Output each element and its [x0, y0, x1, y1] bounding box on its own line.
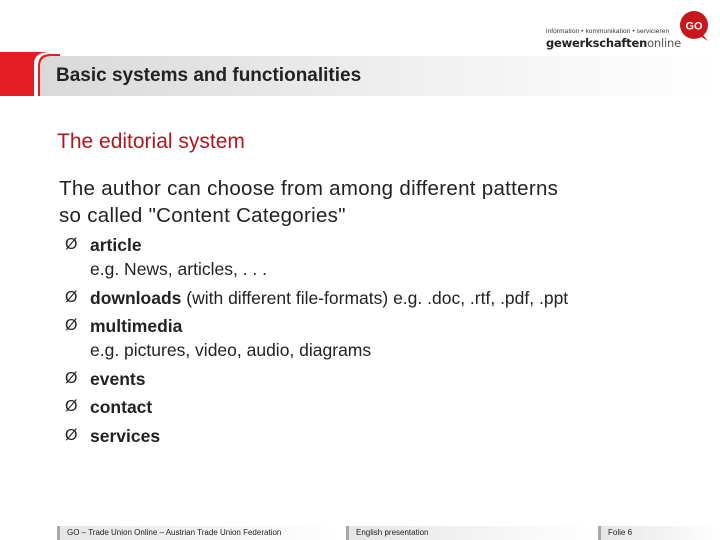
- bullet-subtext: e.g. pictures, video, audio, diagrams: [90, 340, 372, 360]
- logo-word-main: gewerkschaften: [546, 36, 648, 50]
- arrow-bullet-icon: Ø: [65, 317, 78, 334]
- list-item-article: Ø article e.g. News, articles, . . .: [65, 233, 568, 281]
- bullet-detail: (with different file-formats) e.g. .doc,…: [181, 287, 569, 308]
- go-logo-icon: GO: [680, 11, 708, 41]
- bullet-title: article: [90, 235, 142, 255]
- intro-line: so called "Content Categories": [59, 204, 346, 227]
- bullet-title: multimedia: [90, 316, 183, 336]
- list-item-multimedia: Ø multimedia e.g. pictures, video, audio…: [65, 314, 568, 362]
- slide-footer: GO – Trade Union Online – Austrian Trade…: [0, 526, 720, 540]
- arrow-bullet-icon: Ø: [65, 398, 78, 415]
- page-title: Basic systems and functionalities: [56, 65, 362, 86]
- arrow-bullet-icon: Ø: [65, 426, 78, 444]
- arrow-bullet-icon: Ø: [65, 369, 78, 387]
- list-item-downloads: Ø downloads (with different file-formats…: [65, 286, 568, 310]
- go-logo-tail: [700, 34, 708, 41]
- list-item-events: Ø events: [65, 367, 568, 391]
- bullet-title: services: [90, 425, 161, 446]
- footer-organization: GO – Trade Union Online – Austrian Trade…: [57, 526, 342, 540]
- intro-line: The author can choose from among differe…: [59, 177, 559, 200]
- footer-page-number: Folie 6: [598, 526, 720, 540]
- section-subtitle: The editorial system: [57, 130, 245, 153]
- logo-wordmark: gewerkschaftenonline: [546, 36, 681, 50]
- list-item-contact: Ø contact: [65, 395, 568, 419]
- go-logo-text: GO: [685, 21, 703, 33]
- footer-presentation: English presentation: [346, 526, 596, 540]
- bullet-title: events: [90, 368, 146, 389]
- logo-tagline: information • kommunikation • serviciere…: [546, 28, 670, 35]
- intro-paragraph: The author can choose from among differe…: [59, 175, 558, 229]
- arrow-bullet-icon: Ø: [65, 236, 78, 253]
- bullet-title: downloads: [90, 287, 182, 308]
- arrow-bullet-icon: Ø: [65, 288, 78, 306]
- content-category-list: Ø article e.g. News, articles, . . . Ø d…: [65, 233, 568, 452]
- list-item-services: Ø services: [65, 424, 568, 448]
- bullet-title: contact: [90, 397, 153, 417]
- bullet-subtext: e.g. News, articles, . . .: [90, 259, 267, 279]
- logo-word-online: online: [647, 36, 681, 50]
